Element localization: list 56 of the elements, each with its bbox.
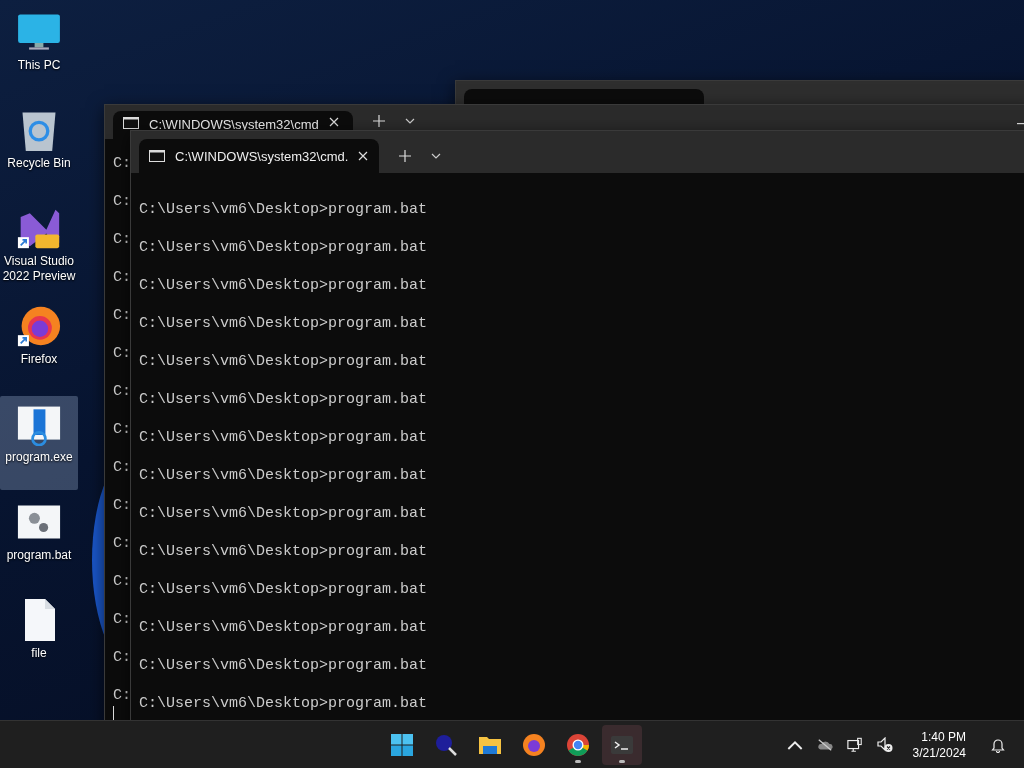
console-line: C: [113,230,131,249]
speaker-muted-icon[interactable] [876,736,893,753]
console-line: C:\Users\vm6\Desktop>program.bat [139,238,429,257]
console-line: C:\Users\vm6\Desktop>program.bat [139,504,429,523]
taskbar-app[interactable] [602,724,642,765]
desktop-icon[interactable]: Recycle Bin [0,102,78,196]
desktop-icon[interactable]: This PC [0,4,78,98]
console-line: C:\Users\vm6\Desktop>program.bat [139,656,429,675]
console-line: C: [113,382,131,401]
console-line: C:\Users\vm6\Desktop>program.bat [139,542,429,561]
console-icon [149,150,165,162]
console-line: C: [113,610,131,629]
console-line: C: [113,496,131,515]
close-icon[interactable] [329,117,339,127]
minimize-icon[interactable] [1017,123,1024,125]
notification-bell-icon[interactable] [990,736,1006,753]
chrome-icon [566,732,590,757]
windows-logo-icon [390,732,414,757]
dropdown-icon[interactable] [431,153,441,159]
console-line: C:\Users\vm6\Desktop>program.bat [139,390,429,409]
firefox-icon [17,304,61,348]
console-line: C: [113,686,131,705]
console-line: C: [113,268,131,287]
console-line: C: [113,192,131,211]
desktop-icon[interactable]: file [0,592,78,686]
new-tab-icon[interactable] [399,150,411,162]
dropdown-icon[interactable] [405,118,415,124]
console-line: C: [113,420,131,439]
cloud-off-icon[interactable] [816,736,833,753]
console-line: C:\Users\vm6\Desktop>program.bat [139,200,429,219]
console-line: C:\Users\vm6\Desktop>program.bat [139,352,429,371]
console-line: C: [113,648,131,667]
firefox-icon [522,732,546,757]
desktop-icon[interactable]: program.exe [0,396,78,490]
console-line: C:\Users\vm6\Desktop>program.bat [139,694,429,713]
console-line: C:\Users\vm6\Desktop>program.bat [139,580,429,599]
console-line: C: [113,534,131,553]
console-line: C:\Users\vm6\Desktop>program.bat [139,428,429,447]
terminal-tab[interactable]: C:\WINDOWS\system32\cmd. [139,139,379,173]
desktop-icon[interactable]: Firefox [0,298,78,392]
console-line: C: [113,154,131,173]
console-line: C: [113,572,131,591]
console-line: C: [113,306,131,325]
close-icon[interactable] [358,151,369,161]
console-line: C: [113,458,131,477]
console-line: C: [113,344,131,363]
console-line: C:\Users\vm6\Desktop>program.bat [139,466,429,485]
search-icon [434,732,458,757]
new-tab-icon[interactable] [373,115,385,127]
console-line: C:\Users\vm6\Desktop>program.bat [139,276,429,295]
desktop-icon[interactable]: program.bat [0,494,78,588]
clock[interactable]: 1:40 PM 3/21/2024 [906,728,972,761]
network-icon[interactable] [846,736,863,753]
console-line: C:\Users\vm6\Desktop>program.bat [139,314,429,333]
console-line: C:\Users\vm6\Desktop>program.bat [139,618,429,637]
desktop-icon[interactable]: Visual Studio 2022 Preview [0,200,78,294]
